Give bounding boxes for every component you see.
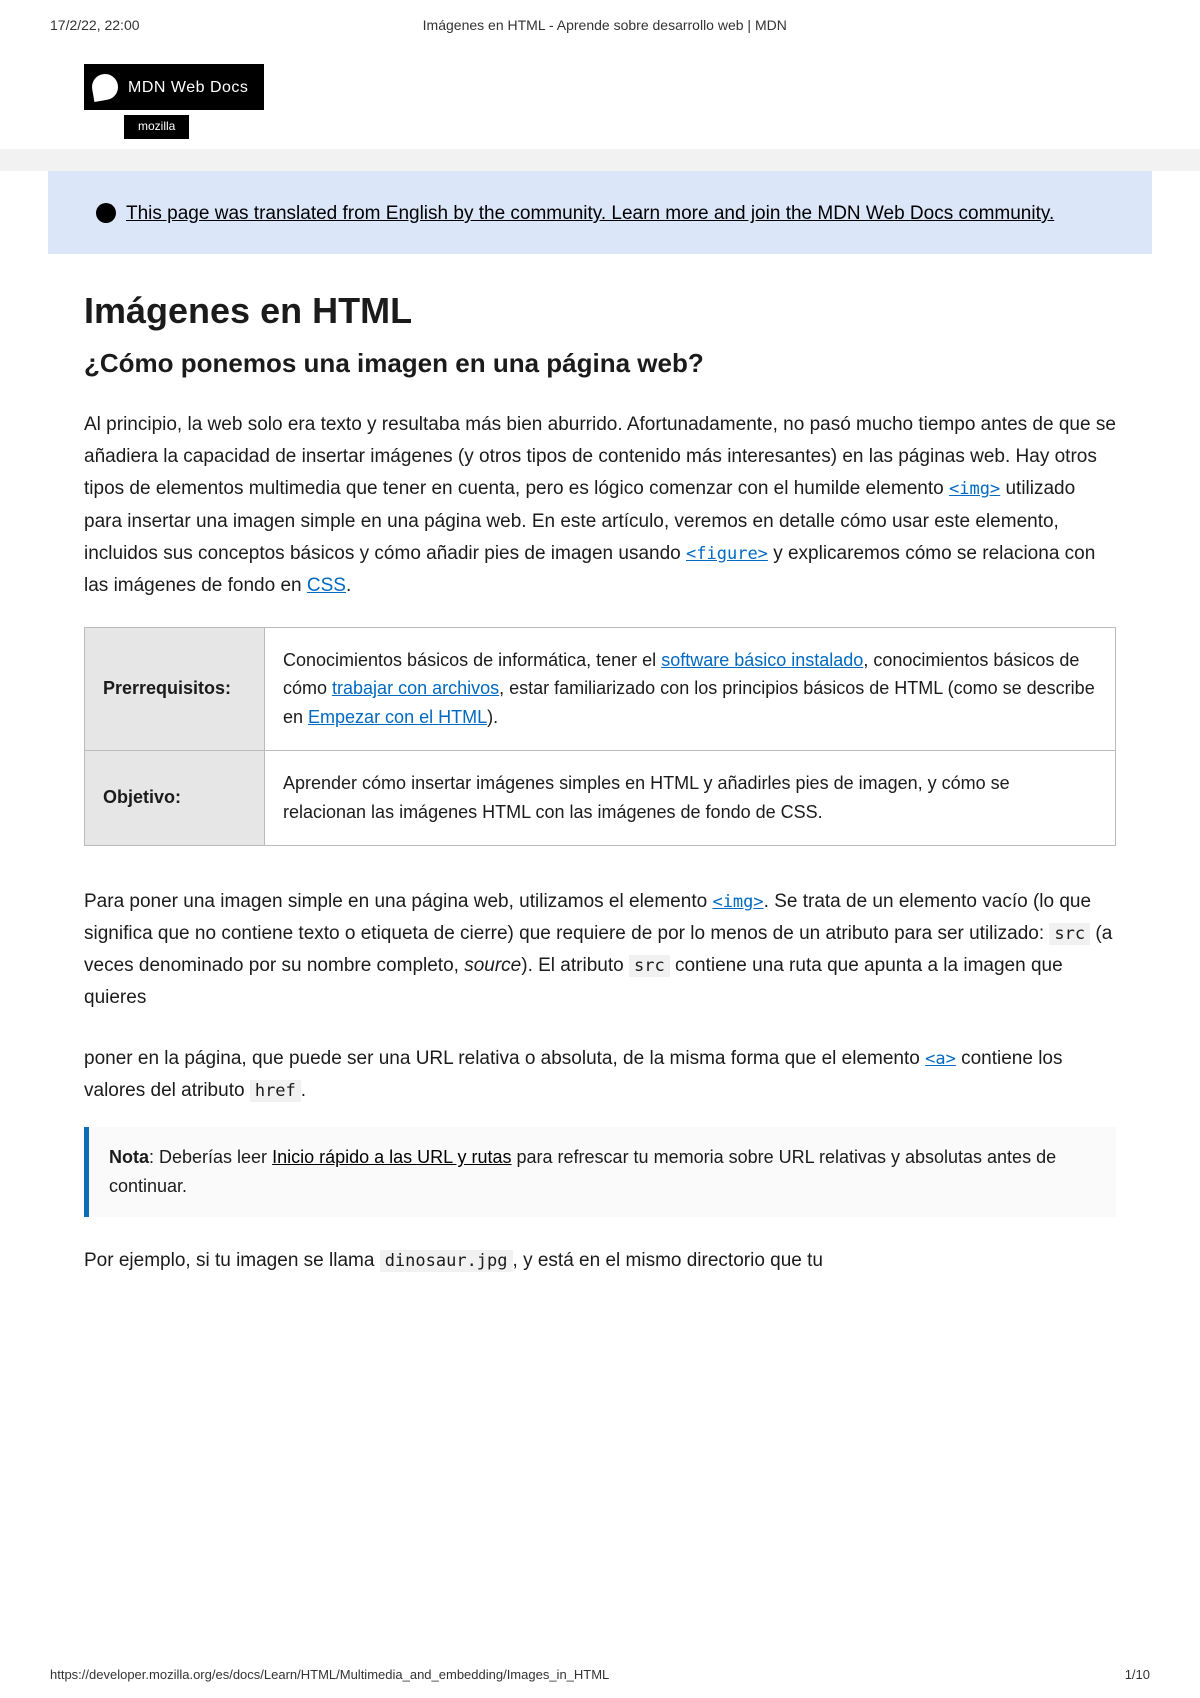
figure-element-link[interactable]: <figure>	[686, 544, 768, 564]
start-html-link[interactable]: Empezar con el HTML	[308, 707, 487, 727]
software-link[interactable]: software básico instalado	[661, 650, 863, 670]
mdn-logo-subtext: mozilla	[124, 115, 189, 138]
src-code: src	[1049, 923, 1090, 945]
print-title: Imágenes en HTML - Aprende sobre desarro…	[140, 14, 1070, 36]
mdn-logo-text: MDN Web Docs	[128, 75, 248, 101]
files-link[interactable]: trabajar con archivos	[332, 678, 499, 698]
dinosaur-code: dinosaur.jpg	[380, 1250, 513, 1272]
mdn-logo[interactable]: MDN Web Docs	[84, 64, 264, 110]
source-italic: source	[464, 955, 521, 976]
src-code: src	[629, 955, 670, 977]
note-box: Nota: Deberías leer Inicio rápido a las …	[84, 1127, 1116, 1217]
page-title: Imágenes en HTML	[84, 282, 1116, 340]
translation-banner: This page was translated from English by…	[48, 171, 1152, 253]
translation-link[interactable]: This page was translated from English by…	[126, 203, 1054, 224]
intro-paragraph: Al principio, la web solo era texto y re…	[84, 409, 1116, 603]
table-row: Objetivo: Aprender cómo insertar imágene…	[85, 750, 1116, 845]
nav-strip	[0, 149, 1200, 171]
prereq-label: Prerrequisitos:	[85, 627, 265, 750]
css-link[interactable]: CSS	[307, 575, 346, 596]
page-subtitle: ¿Cómo ponemos una imagen en una página w…	[84, 343, 1116, 385]
note-label: Nota	[109, 1147, 149, 1167]
body-paragraph: Por ejemplo, si tu imagen se llama dinos…	[84, 1245, 1116, 1277]
footer-url: https://developer.mozilla.org/es/docs/Le…	[50, 1665, 609, 1686]
href-code: href	[250, 1080, 301, 1102]
globe-icon	[96, 203, 116, 223]
a-element-link[interactable]: <a>	[925, 1049, 956, 1069]
prerequisites-table: Prerrequisitos: Conocimientos básicos de…	[84, 627, 1116, 846]
body-paragraph: poner en la página, que puede ser una UR…	[84, 1043, 1116, 1108]
url-quickstart-link[interactable]: Inicio rápido a las URL y rutas	[272, 1147, 511, 1167]
img-element-link[interactable]: <img>	[712, 892, 763, 912]
table-row: Prerrequisitos: Conocimientos básicos de…	[85, 627, 1116, 750]
print-datetime: 17/2/22, 22:00	[50, 14, 140, 36]
footer-pagenum: 1/10	[1125, 1665, 1150, 1686]
body-paragraph: Para poner una imagen simple en una pági…	[84, 886, 1116, 1015]
objective-label: Objetivo:	[85, 750, 265, 845]
print-header: 17/2/22, 22:00 Imágenes en HTML - Aprend…	[0, 0, 1200, 44]
main-content: Imágenes en HTML ¿Cómo ponemos una image…	[48, 254, 1152, 1278]
intro-text: .	[346, 575, 351, 596]
prereq-value: Conocimientos básicos de informática, te…	[265, 627, 1116, 750]
logo-bar: MDN Web Docs mozilla	[84, 64, 1200, 139]
print-footer: https://developer.mozilla.org/es/docs/Le…	[50, 1665, 1150, 1686]
img-element-link[interactable]: <img>	[949, 479, 1000, 499]
mdn-logo-icon	[90, 72, 120, 102]
objective-value: Aprender cómo insertar imágenes simples …	[265, 750, 1116, 845]
